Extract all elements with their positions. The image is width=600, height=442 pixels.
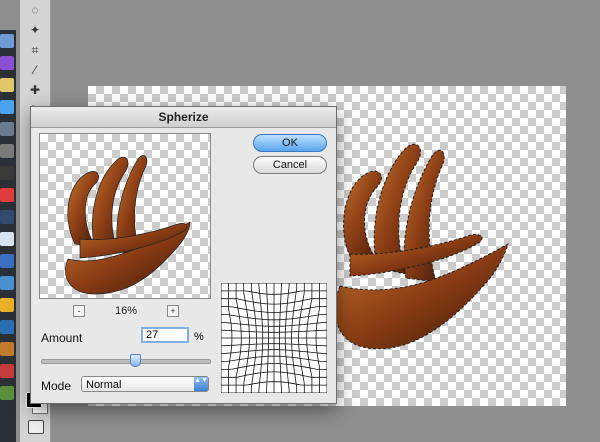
amount-label: Amount: [41, 331, 83, 345]
crop-icon[interactable]: ⌗: [26, 42, 44, 58]
folder-icon[interactable]: [0, 34, 14, 48]
camera-icon[interactable]: [0, 166, 14, 180]
key-icon[interactable]: [0, 276, 14, 290]
note-icon[interactable]: [0, 78, 14, 92]
os-dock: [0, 30, 16, 442]
acrobat-icon[interactable]: [0, 364, 14, 378]
settings-icon[interactable]: [0, 144, 14, 158]
magic-wand-icon[interactable]: ✦: [26, 22, 44, 38]
zoom-level: 16%: [115, 305, 138, 317]
healing-brush-icon[interactable]: ✚: [26, 82, 44, 98]
app-icon[interactable]: [0, 122, 14, 136]
spherize-dialog: Spherize - 16% + OK Cancel Amount % Mode…: [30, 106, 337, 404]
quick-mask-icon[interactable]: [28, 420, 44, 434]
zoom-out-button[interactable]: -: [73, 305, 85, 317]
photoshop-icon[interactable]: [0, 320, 14, 334]
finder-icon[interactable]: [0, 232, 14, 246]
amount-input[interactable]: [141, 327, 189, 343]
filter-preview[interactable]: [39, 133, 211, 299]
lightroom-icon[interactable]: [0, 210, 14, 224]
chevron-updown-icon: ▲▼: [194, 377, 208, 391]
zoom-in-button[interactable]: +: [167, 305, 179, 317]
eyedropper-icon[interactable]: ⁄: [26, 62, 44, 78]
mode-select[interactable]: Normal ▲▼: [81, 376, 209, 392]
dialog-title: Spherize: [31, 107, 336, 128]
app-icon[interactable]: [0, 342, 14, 356]
preview-object: [65, 155, 191, 295]
amount-unit: %: [194, 331, 204, 343]
music-icon[interactable]: [0, 100, 14, 114]
spherize-grid-preview: [221, 283, 327, 393]
mode-value: Normal: [86, 379, 122, 391]
cancel-button[interactable]: Cancel: [253, 156, 327, 174]
ok-button[interactable]: OK: [253, 134, 327, 152]
calendar-icon[interactable]: [0, 188, 14, 202]
app-icon[interactable]: [0, 386, 14, 400]
chrome-icon[interactable]: [0, 298, 14, 312]
purple-app-icon[interactable]: [0, 56, 14, 70]
lasso-icon[interactable]: ◌: [26, 2, 44, 18]
amount-slider-thumb[interactable]: [130, 354, 142, 367]
mode-label: Mode: [41, 379, 72, 393]
amount-slider[interactable]: [41, 354, 211, 367]
word-icon[interactable]: [0, 254, 14, 268]
